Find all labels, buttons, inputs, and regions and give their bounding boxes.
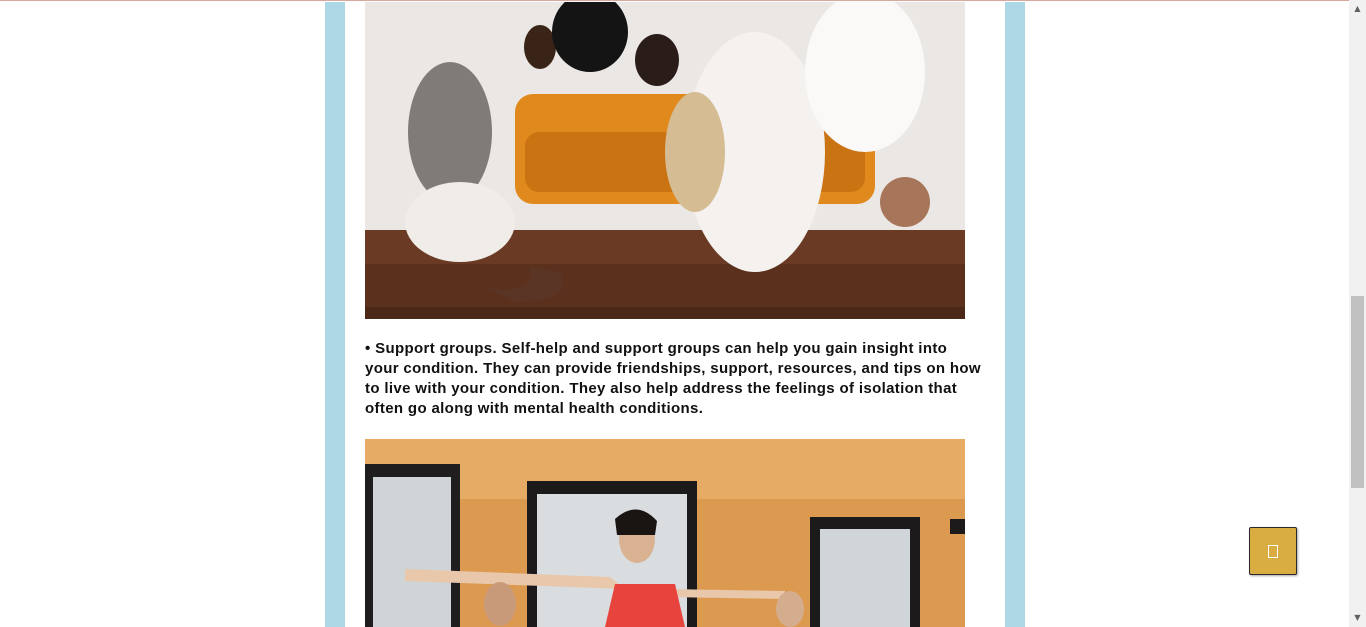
yoga-class-illustration bbox=[365, 439, 965, 627]
article-column: • Support groups. Self-help and support … bbox=[345, 2, 1005, 627]
missing-glyph-icon bbox=[1268, 545, 1278, 558]
vertical-scrollbar[interactable]: ▲ ▼ bbox=[1349, 0, 1366, 627]
women-on-couch-photo bbox=[365, 2, 965, 319]
yoga-class-photo bbox=[365, 439, 965, 627]
back-to-top-button[interactable] bbox=[1249, 527, 1297, 575]
scroll-down-arrow-icon[interactable]: ▼ bbox=[1353, 613, 1362, 622]
scroll-up-arrow-icon[interactable]: ▲ bbox=[1353, 4, 1362, 13]
top-border-line bbox=[0, 0, 1349, 1]
women-on-couch-illustration bbox=[365, 2, 965, 319]
scrollbar-thumb[interactable] bbox=[1351, 296, 1364, 488]
support-groups-paragraph: • Support groups. Self-help and support … bbox=[365, 340, 981, 417]
